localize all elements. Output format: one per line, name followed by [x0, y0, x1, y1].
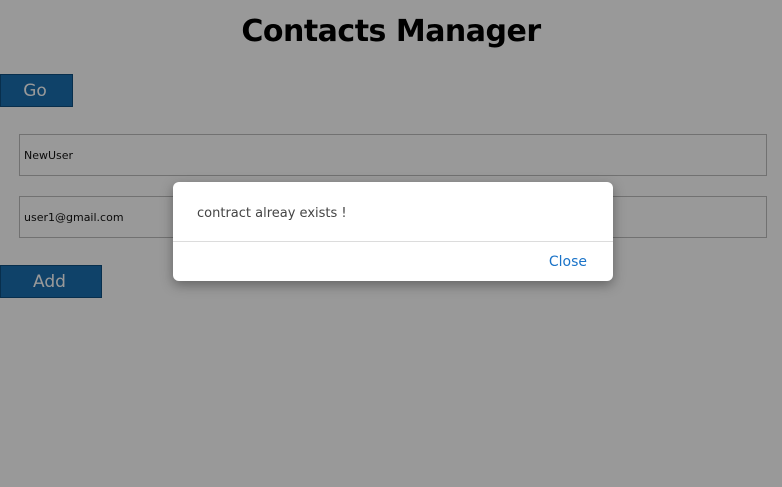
dialog-close-button[interactable]: Close	[549, 254, 587, 270]
dialog-message: contract alreay exists !	[197, 206, 347, 221]
contacts-manager-page: Contacts Manager Go back Add contact con…	[0, 0, 782, 487]
alert-dialog: contract alreay exists ! Close	[173, 182, 613, 281]
dialog-divider	[173, 241, 613, 242]
